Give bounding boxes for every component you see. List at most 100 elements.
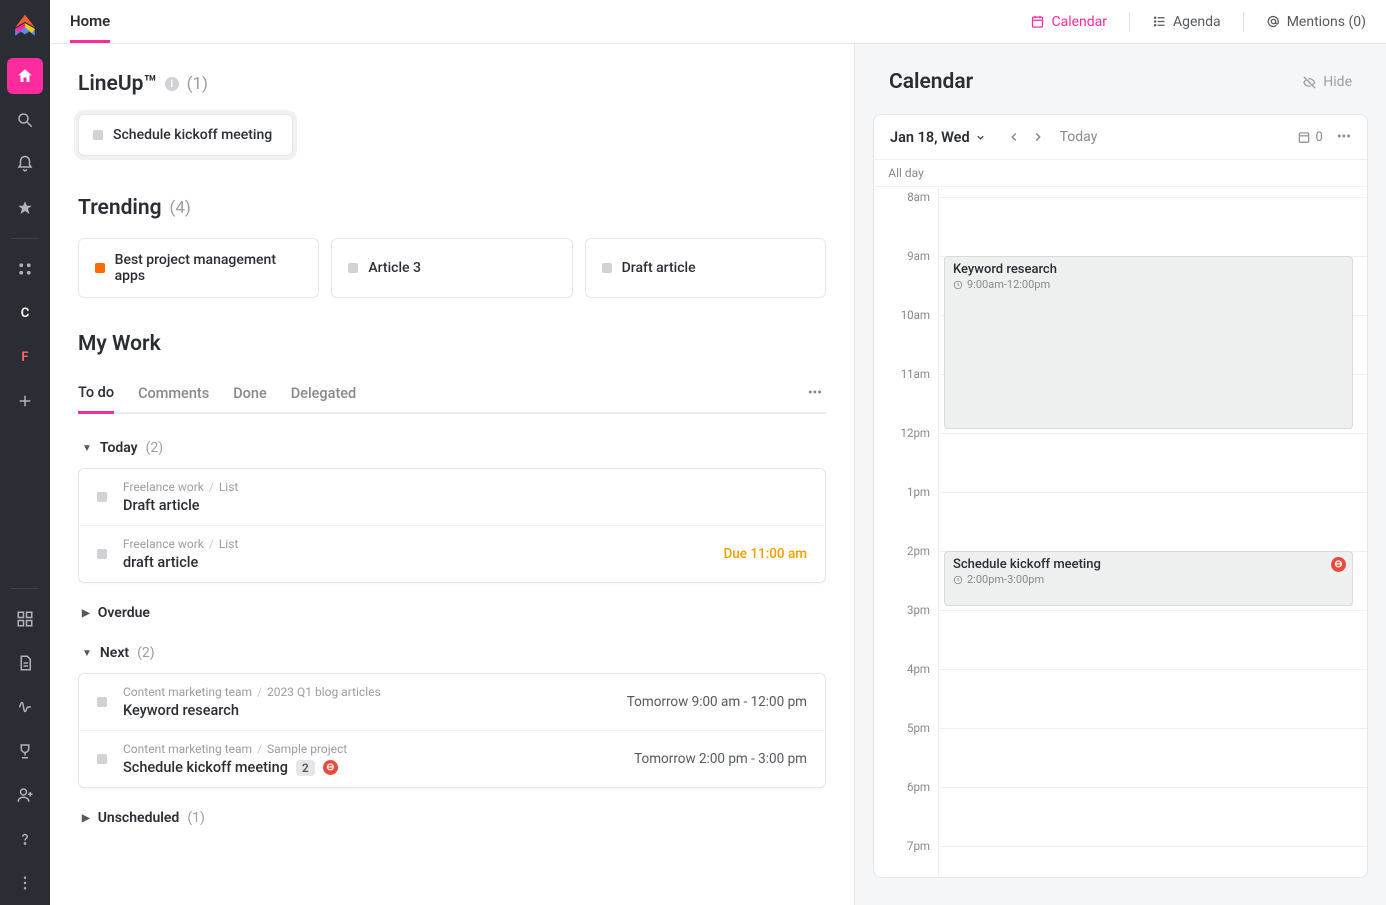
status-square[interactable] xyxy=(97,697,107,707)
user-plus-icon xyxy=(16,786,34,804)
status-square[interactable] xyxy=(97,549,107,559)
calendar-event[interactable]: Schedule kickoff meeting 2:00pm-3:00pm ⊖ xyxy=(944,551,1353,606)
separator xyxy=(1243,12,1244,32)
sidebar: C F xyxy=(0,0,50,905)
group-overdue[interactable]: ▶ Overdue xyxy=(78,593,826,633)
task-row[interactable]: Content marketing team/2023 Q1 blog arti… xyxy=(79,674,825,731)
calendar-next-button[interactable] xyxy=(1028,127,1048,147)
group-unscheduled[interactable]: ▶ Unscheduled (1) xyxy=(78,798,826,838)
task-row[interactable]: Content marketing team/Sample project Sc… xyxy=(79,731,825,787)
task-row[interactable]: Freelance work/List Draft article xyxy=(79,469,825,526)
star-icon xyxy=(16,199,34,217)
home-icon xyxy=(16,67,34,85)
group-label: Unscheduled xyxy=(98,810,180,826)
separator xyxy=(1129,12,1130,32)
status-square[interactable] xyxy=(97,754,107,764)
blocked-icon: ⊖ xyxy=(323,760,338,775)
topnav-agenda[interactable]: Agenda xyxy=(1152,14,1221,30)
task-due-badge: Due 11:00 am xyxy=(723,546,807,562)
sidebar-notifications[interactable] xyxy=(7,146,43,182)
calendar-more-button[interactable]: ••• xyxy=(1337,129,1351,145)
sidebar-favorites[interactable] xyxy=(7,190,43,226)
sidebar-home[interactable] xyxy=(7,58,43,94)
sidebar-invite[interactable] xyxy=(7,777,43,813)
event-title: Keyword research xyxy=(953,262,1344,277)
topnav-mentions[interactable]: Mentions (0) xyxy=(1266,14,1366,30)
mywork-more[interactable]: ••• xyxy=(808,385,826,401)
allday-body[interactable] xyxy=(938,160,1367,186)
mywork-tab-delegated[interactable]: Delegated xyxy=(291,375,357,412)
task-title: Keyword research xyxy=(123,702,627,719)
calendar-date-picker[interactable]: Jan 18, Wed xyxy=(890,129,986,146)
mywork-tab-done[interactable]: Done xyxy=(233,375,267,412)
calendar-today-button[interactable]: Today xyxy=(1060,129,1098,145)
status-square[interactable] xyxy=(97,492,107,502)
trending-card-label: Best project management apps xyxy=(115,252,303,284)
calendar-panel: Calendar Hide Jan 18, Wed xyxy=(854,44,1386,905)
group-count: (1) xyxy=(187,810,205,826)
event-time: 2:00pm-3:00pm xyxy=(953,573,1344,586)
sidebar-docs[interactable] xyxy=(7,645,43,681)
info-icon[interactable]: i xyxy=(165,77,179,91)
sidebar-dashboards[interactable] xyxy=(7,601,43,637)
allday-row: All day xyxy=(874,159,1367,187)
status-square xyxy=(95,263,105,273)
chevron-right-icon: ▶ xyxy=(82,608,90,619)
app-logo[interactable] xyxy=(11,12,39,40)
clock-icon xyxy=(953,575,963,585)
sidebar-more[interactable] xyxy=(7,865,43,901)
calendar-prev-button[interactable] xyxy=(1004,127,1024,147)
sidebar-divider xyxy=(11,238,39,239)
trending-card[interactable]: Best project management apps xyxy=(78,238,319,298)
topbar: Home Calendar Agenda Mentions (0) xyxy=(50,0,1386,44)
mywork-tab-todo[interactable]: To do xyxy=(78,374,114,414)
task-title: Draft article xyxy=(123,497,807,514)
group-count: (2) xyxy=(137,645,155,661)
calendar-event[interactable]: Keyword research 9:00am-12:00pm xyxy=(944,256,1353,429)
time-column: 8am 9am 10am 11am 12pm 1pm 2pm 3pm 4pm 5… xyxy=(874,187,938,877)
task-breadcrumb: Content marketing team/Sample project xyxy=(123,742,634,756)
calendar-toolbar: Jan 18, Wed Today xyxy=(874,115,1367,159)
sidebar-space-c[interactable]: C xyxy=(7,295,43,331)
ellipsis-vertical-icon xyxy=(16,874,34,892)
sidebar-pulse[interactable] xyxy=(7,689,43,725)
topnav-calendar[interactable]: Calendar xyxy=(1030,14,1107,30)
calendar-events-count[interactable]: 0 xyxy=(1297,130,1323,145)
event-title: Schedule kickoff meeting xyxy=(953,557,1344,572)
sidebar-search[interactable] xyxy=(7,102,43,138)
sidebar-add-space[interactable] xyxy=(7,383,43,419)
group-next[interactable]: ▼ Next (2) xyxy=(78,633,826,673)
lineup-card-label: Schedule kickoff meeting xyxy=(113,127,272,143)
search-icon xyxy=(16,111,34,129)
group-count: (2) xyxy=(146,440,164,456)
task-list-next: Content marketing team/2023 Q1 blog arti… xyxy=(78,673,826,788)
trending-heading: Trending (4) xyxy=(78,196,826,220)
task-row[interactable]: Freelance work/List draft article Due 11… xyxy=(79,526,825,582)
hide-calendar-button[interactable]: Hide xyxy=(1302,74,1352,90)
trending-card[interactable]: Draft article xyxy=(585,238,826,298)
calendar-icon xyxy=(1297,130,1311,144)
lineup-card[interactable]: Schedule kickoff meeting xyxy=(78,114,293,156)
task-title: Schedule kickoff meeting xyxy=(123,759,288,776)
sidebar-help[interactable] xyxy=(7,821,43,857)
tab-home[interactable]: Home xyxy=(70,12,110,43)
dashboard-icon xyxy=(16,610,34,628)
chevron-right-icon xyxy=(1031,130,1045,144)
status-square xyxy=(93,130,103,140)
calendar-day-column[interactable]: Keyword research 9:00am-12:00pm Schedule… xyxy=(938,187,1367,877)
mywork-heading: My Work xyxy=(78,332,826,356)
allday-label: All day xyxy=(874,160,938,186)
calendar-label: Calendar xyxy=(1051,14,1107,30)
eye-off-icon xyxy=(1302,75,1317,90)
sidebar-goals[interactable] xyxy=(7,733,43,769)
group-today[interactable]: ▼ Today (2) xyxy=(78,428,826,468)
group-label: Today xyxy=(100,440,138,456)
status-square xyxy=(348,263,358,273)
sidebar-spaces[interactable] xyxy=(7,251,43,287)
mywork-tabs: To do Comments Done Delegated ••• xyxy=(78,374,826,414)
mentions-label: Mentions (0) xyxy=(1287,14,1366,30)
trending-card[interactable]: Article 3 xyxy=(331,238,572,298)
task-breadcrumb: Freelance work/List xyxy=(123,537,723,551)
mywork-tab-comments[interactable]: Comments xyxy=(138,375,209,412)
sidebar-space-f[interactable]: F xyxy=(7,339,43,375)
